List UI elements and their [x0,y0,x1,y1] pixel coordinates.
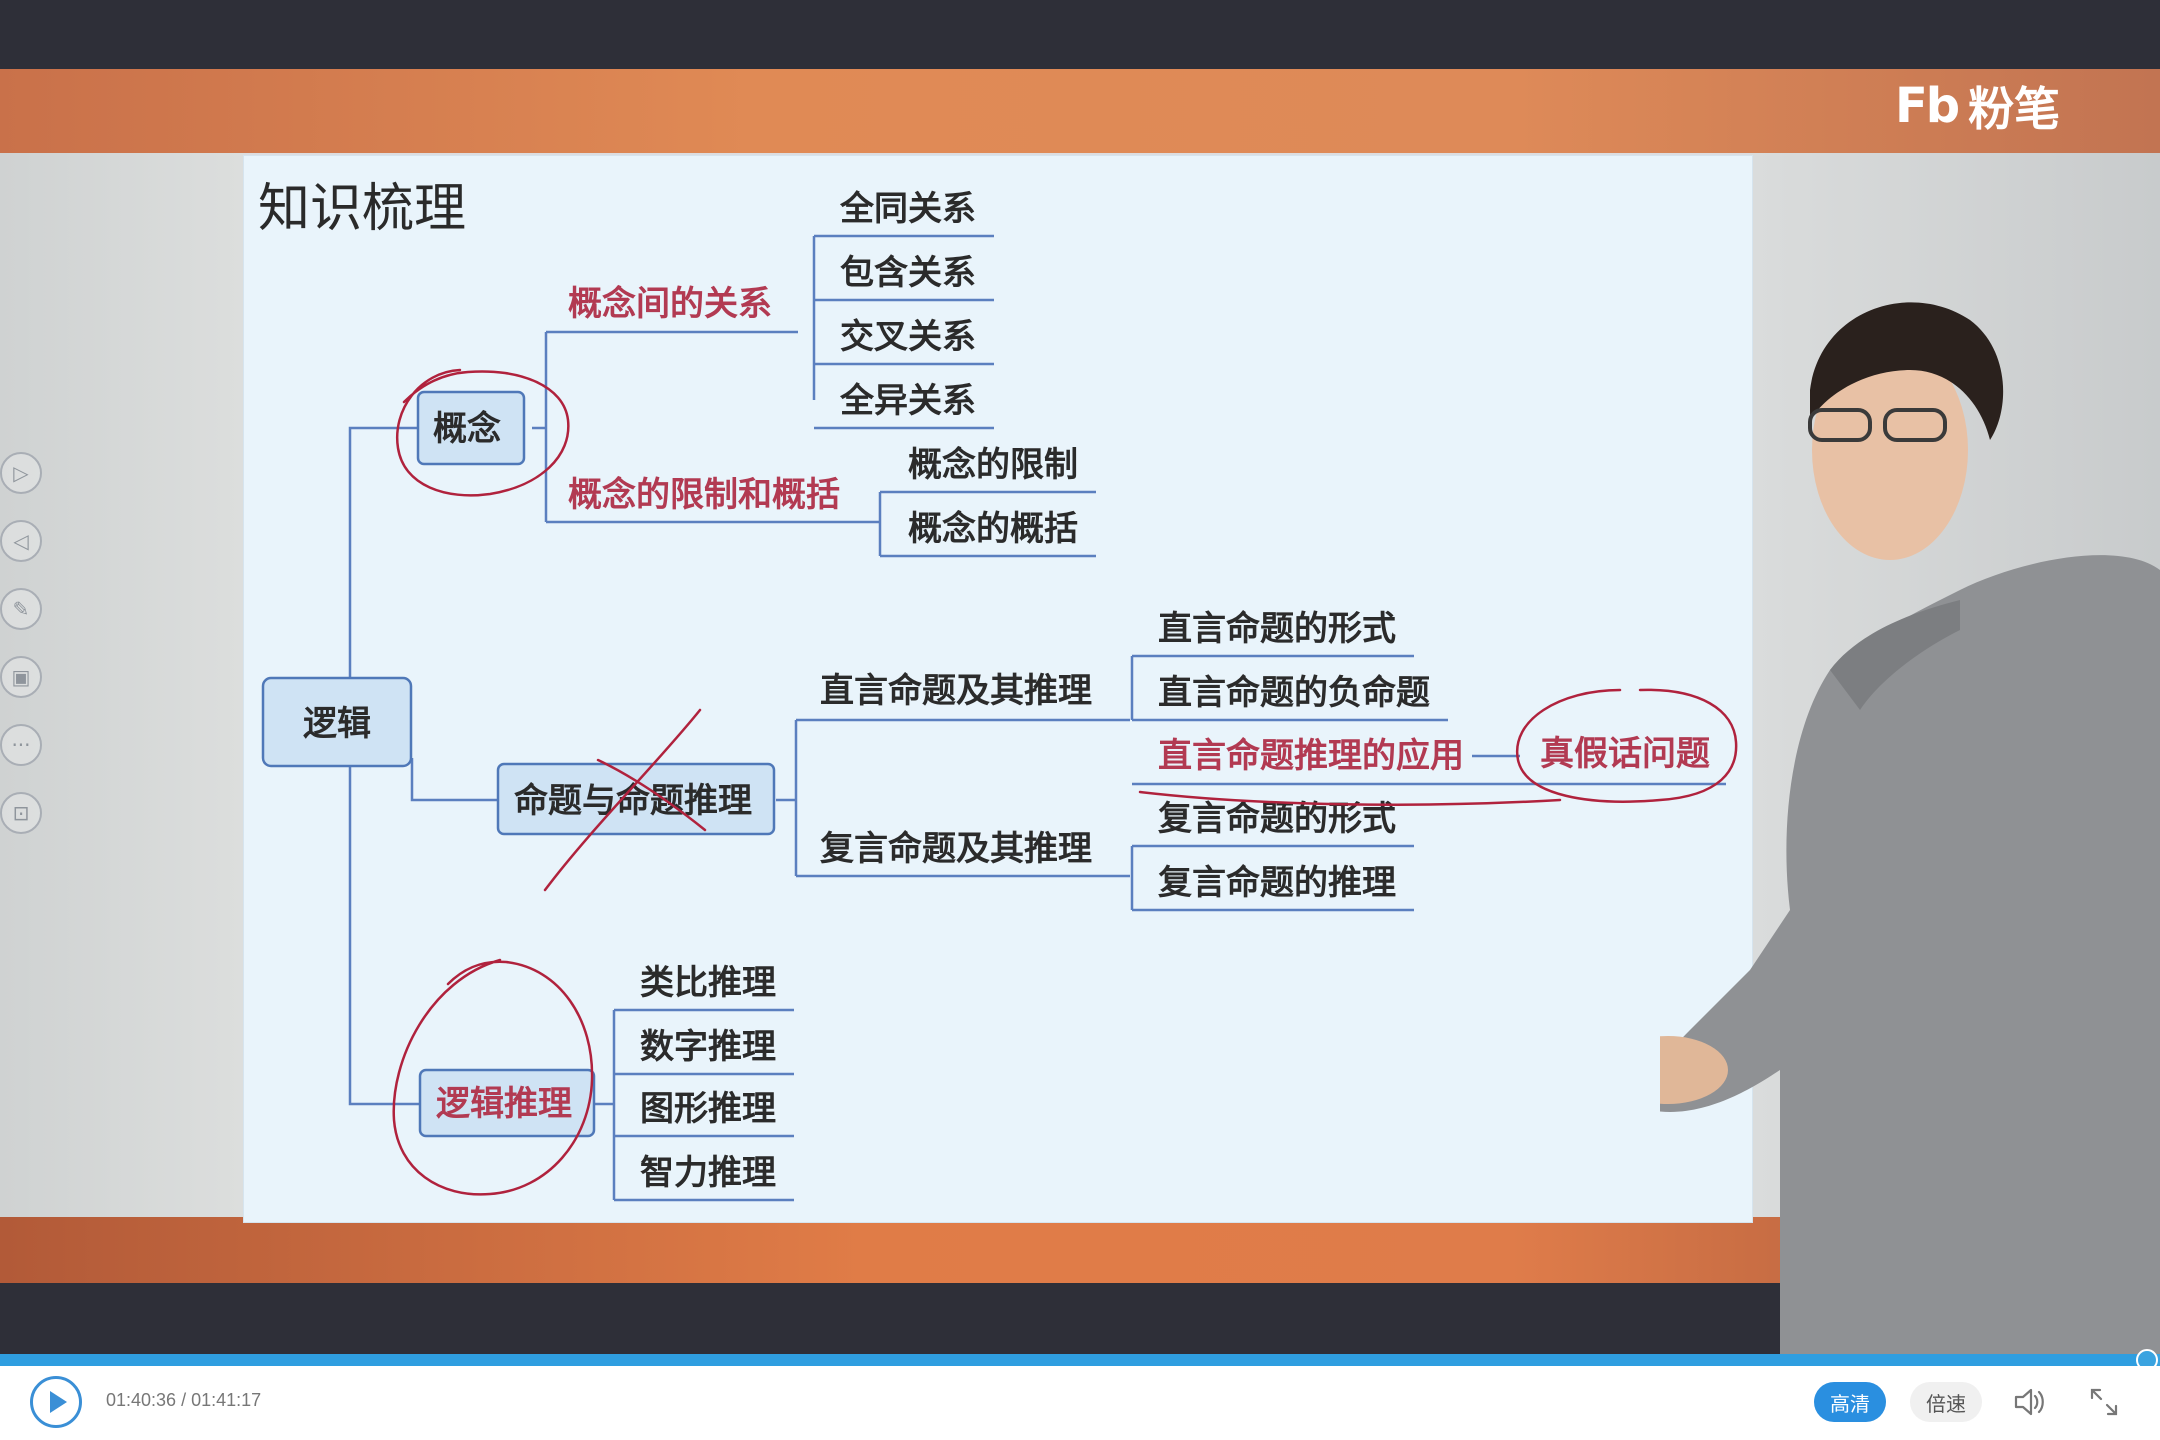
play-next-icon[interactable]: ▷ [0,452,42,494]
volume-icon[interactable] [2012,1384,2048,1420]
node-reasoning-4: 智力推理 [640,1153,776,1193]
play-button[interactable] [30,1376,82,1428]
speed-button[interactable]: 倍速 [1910,1382,1982,1422]
pen-icon[interactable]: ✎ [0,588,42,630]
time-total: 01:41:17 [191,1390,262,1410]
display-icon[interactable]: ⊡ [0,792,42,834]
fullscreen-icon[interactable] [2086,1384,2122,1420]
play-icon [50,1391,67,1413]
node-reasoning: 逻辑推理 [436,1084,572,1124]
quality-button[interactable]: 高清 [1814,1382,1886,1422]
node-reasoning-3: 图形推理 [640,1089,776,1129]
time-current: 01:40:36 [106,1390,177,1410]
node-limit-2: 概念的概括 [908,509,1078,549]
time-separator: / [181,1390,187,1410]
node-reasoning-1: 类比推理 [640,963,776,1003]
node-concept-limits: 概念的限制和概括 [568,475,840,515]
control-bar: 01:40:36 / 01:41:17 高清 倍速 [0,1366,2160,1440]
node-categorical-2: 直言命题的负命题 [1158,673,1430,713]
mind-map-connectors [348,234,1726,1202]
more-icon[interactable]: ··· [0,724,42,766]
node-categorical-3: 直言命题推理的应用 [1158,736,1464,776]
node-categorical-1: 直言命题的形式 [1158,609,1396,649]
presenter [1660,302,2160,1354]
progress-fill [0,1354,2145,1366]
node-reasoning-2: 数字推理 [640,1027,776,1067]
node-concept: 概念 [433,409,501,449]
node-compound-2: 复言命题的推理 [1158,863,1396,903]
node-relation-4: 全异关系 [839,381,976,421]
play-prev-icon[interactable]: ◁ [0,520,42,562]
node-concept-relations: 概念间的关系 [568,284,772,324]
progress-bar[interactable] [0,1354,2160,1366]
node-categorical: 直言命题及其推理 [820,671,1092,711]
node-limit-1: 概念的限制 [908,445,1078,485]
side-toolbar: ▷ ◁ ✎ ▣ ··· ⊡ [0,452,44,860]
node-relation-1: 全同关系 [839,189,976,229]
time-display: 01:40:36 / 01:41:17 [106,1390,261,1411]
node-root: 逻辑 [303,704,371,744]
node-relation-3: 交叉关系 [840,317,976,357]
node-relation-2: 包含关系 [840,253,976,293]
video-player: Fb 粉笔 知识梳理 逻辑 概念 概念间的关系 全同关系 包含关系 交叉关系 全… [0,0,2160,1440]
node-compound: 复言命题及其推理 [820,829,1092,869]
screen-icon[interactable]: ▣ [0,656,42,698]
video-frame[interactable]: Fb 粉笔 知识梳理 逻辑 概念 概念间的关系 全同关系 包含关系 交叉关系 全… [0,0,2160,1354]
